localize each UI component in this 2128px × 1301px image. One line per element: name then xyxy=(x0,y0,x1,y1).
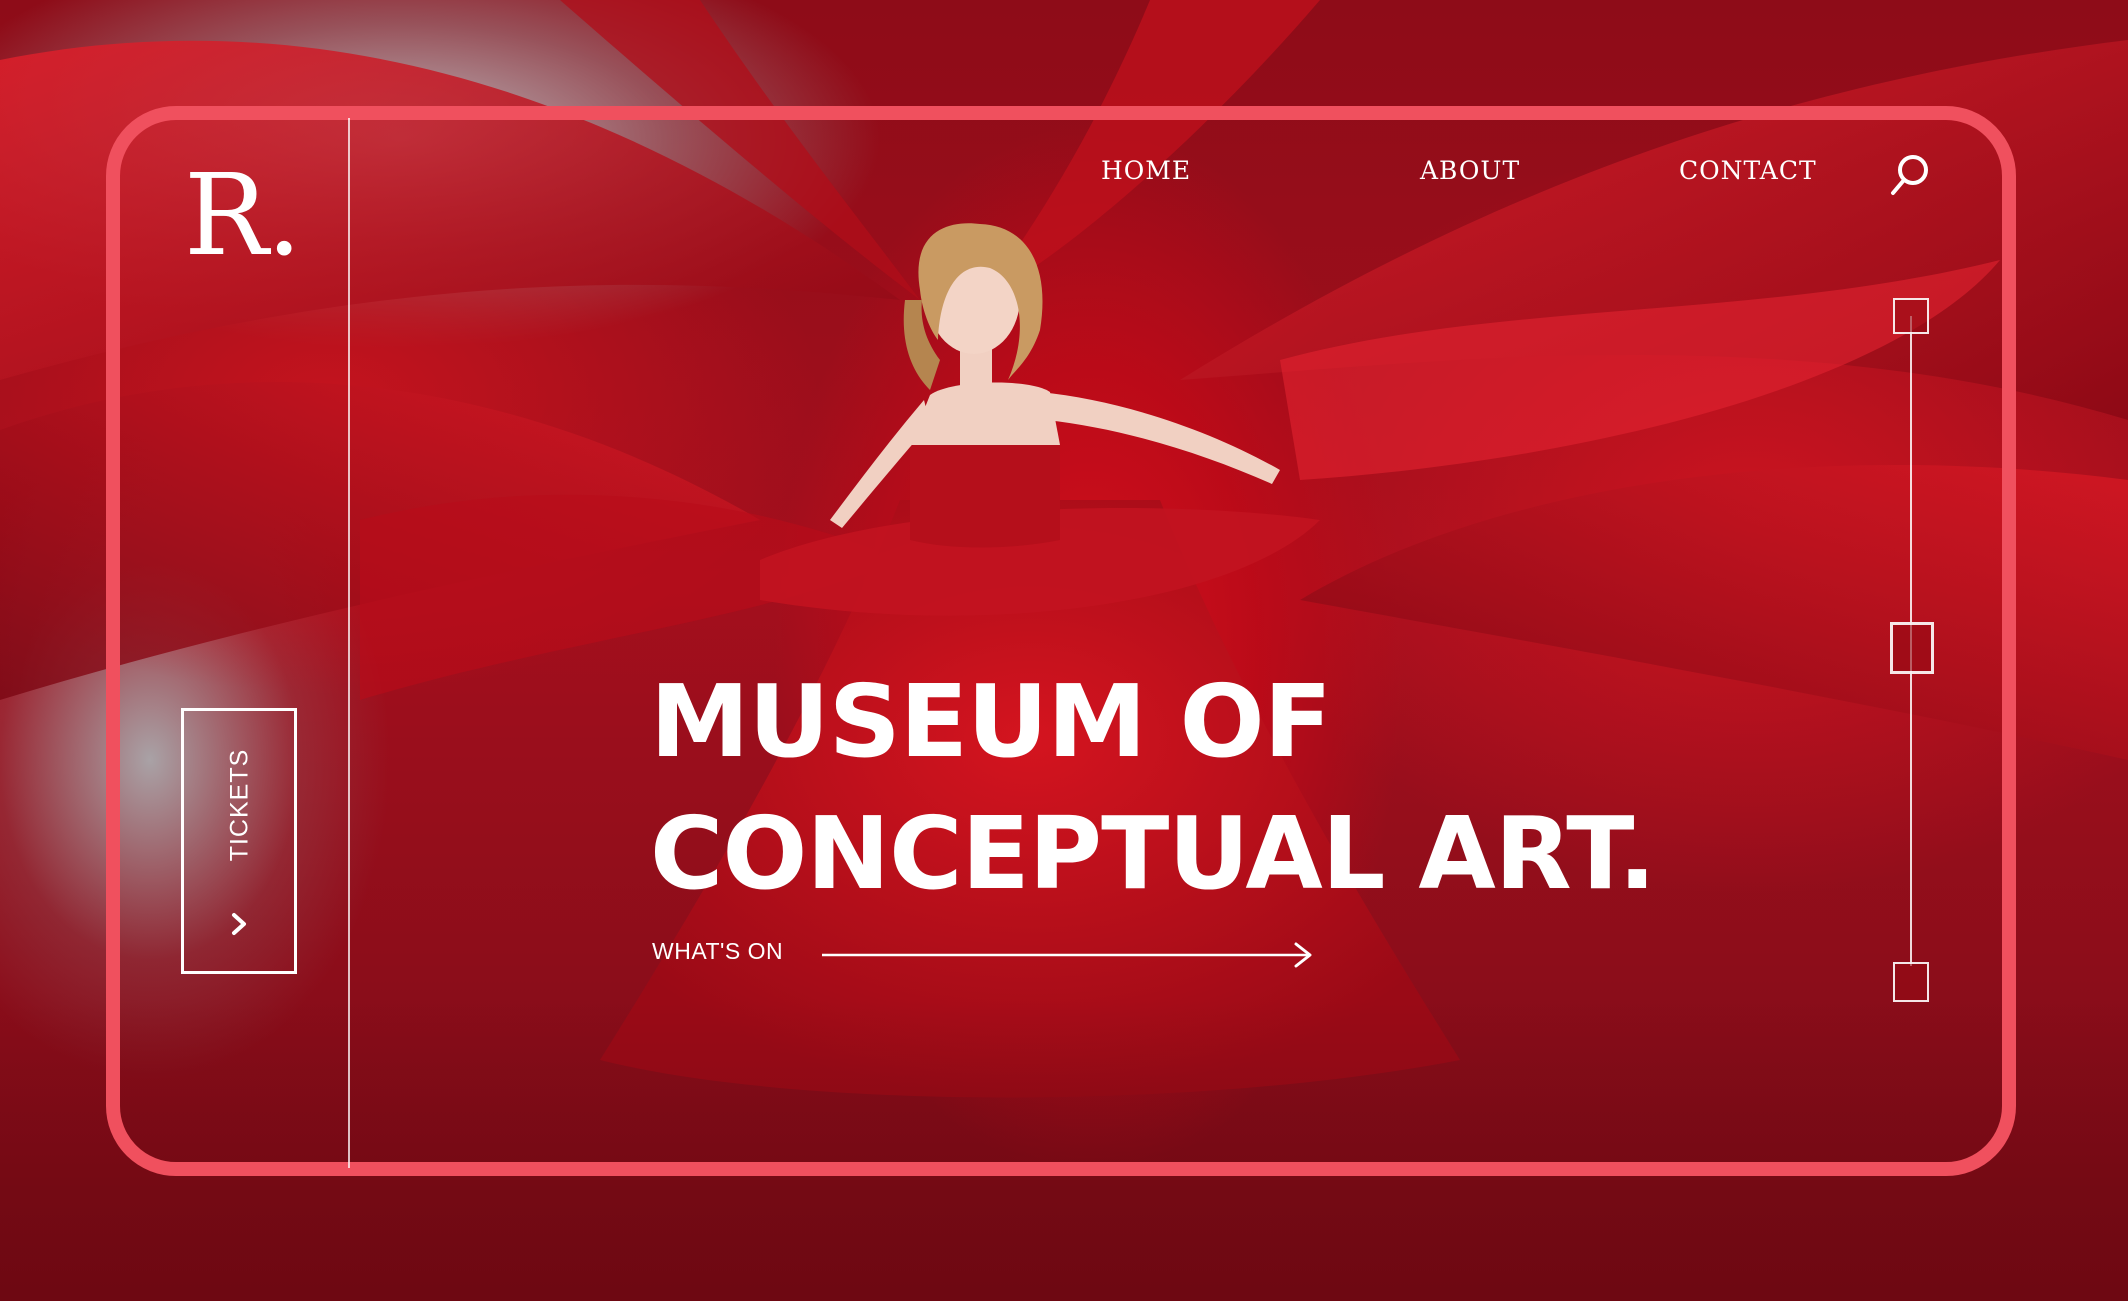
arrow-right-icon[interactable] xyxy=(820,940,1316,970)
content-frame xyxy=(106,106,2016,1176)
chevron-right-icon xyxy=(232,913,246,935)
brand-logo[interactable]: R. xyxy=(184,160,302,272)
tickets-label: TICKETS xyxy=(225,748,254,862)
nav-contact-link[interactable]: CONTACT xyxy=(1679,156,1817,185)
hero-title: MUSEUM OF CONCEPTUAL ART. xyxy=(650,656,1656,920)
sidebar-divider xyxy=(348,118,350,1168)
tickets-button[interactable]: TICKETS xyxy=(181,708,297,974)
whats-on-link[interactable]: WHAT'S ON xyxy=(652,938,783,965)
slider-dot-2-active[interactable] xyxy=(1890,622,1934,674)
hero-title-line-2: CONCEPTUAL ART. xyxy=(650,795,1656,912)
nav-about-link[interactable]: ABOUT xyxy=(1420,156,1520,185)
landing-page: R. HOME ABOUT CONTACT TICKETS MUSEUM OF … xyxy=(0,0,2128,1301)
search-icon xyxy=(1891,155,1928,195)
hero-title-line-1: MUSEUM OF xyxy=(650,663,1332,780)
slider-dot-3[interactable] xyxy=(1893,962,1929,1002)
nav-home-link[interactable]: HOME xyxy=(1101,156,1191,185)
search-button[interactable] xyxy=(1888,152,1932,198)
slider-dot-1[interactable] xyxy=(1893,298,1929,334)
